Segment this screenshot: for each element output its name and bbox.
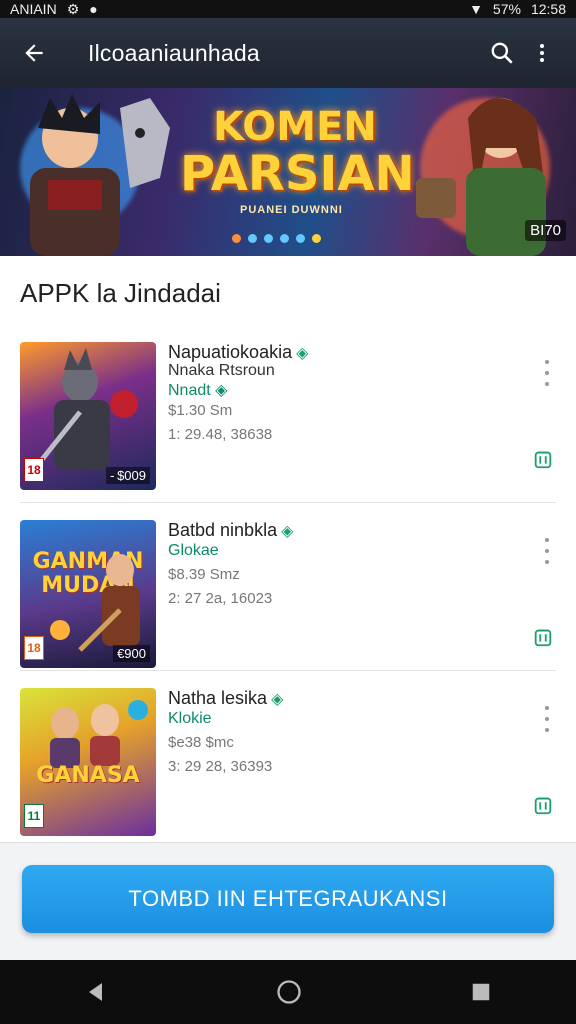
app-download-count: 1: 29.48, 38638 — [168, 426, 273, 443]
app-category-text: Klokie — [168, 710, 212, 727]
install-icon[interactable] — [532, 794, 554, 816]
app-download-count: 3: 29 28, 36393 — [168, 758, 273, 775]
item-more-button[interactable] — [538, 706, 556, 732]
arrow-left-icon — [25, 44, 43, 62]
thumbnail-price-tag: - $009 — [106, 467, 150, 484]
app-size: $1.30 Sm — [168, 402, 233, 419]
nav-home-icon[interactable] — [275, 978, 303, 1006]
carousel-dot[interactable] — [280, 234, 289, 243]
carousel-dot[interactable] — [264, 234, 273, 243]
banner-subtitle: PUANEI DUWNNI — [240, 204, 343, 216]
notification-icon: ● — [89, 1, 98, 17]
verified-icon: ◈ — [296, 345, 309, 362]
hero-banner[interactable]: KOMEN PARSIAN PUANEI DUWNNI BI70 — [0, 88, 576, 256]
app-size: $8.39 Smz — [168, 566, 240, 583]
hero-character-left — [30, 94, 170, 256]
app-name-text[interactable]: Napuatiokoakia — [168, 342, 292, 362]
age-rating-badge: 18 — [24, 636, 44, 660]
app-name[interactable]: Natha lesika ◈ — [168, 688, 283, 709]
verified-icon: ◈ — [281, 523, 294, 540]
thumbnail-price-tag: €900 — [113, 645, 150, 662]
age-rating-badge: 11 — [24, 804, 44, 828]
overflow-menu-button[interactable] — [522, 33, 562, 73]
search-icon — [491, 42, 513, 64]
nav-back-icon[interactable] — [84, 980, 108, 1004]
app-category: Klokie — [168, 710, 212, 728]
banner-corner-label: BI70 — [525, 220, 566, 241]
page-title: Ilcoaaniaunhada — [88, 39, 260, 66]
app-developer: Nnaka Rtsroun — [168, 362, 275, 379]
app-name-text[interactable]: Natha lesika — [168, 688, 267, 708]
app-list-item[interactable]: GANMAN MUDAN 18 €900 Batbd ninbkla ◈ Glok… — [0, 520, 576, 688]
list-divider — [20, 502, 556, 503]
more-vertical-icon — [540, 44, 544, 62]
search-button[interactable] — [482, 33, 522, 73]
status-bar: ANIAIN ⚙ ● ▼ 57% 12:58 — [0, 0, 576, 18]
carousel-dot[interactable] — [248, 234, 257, 243]
signal-icon: ▼ — [469, 1, 483, 17]
carousel-indicator[interactable] — [232, 234, 321, 243]
verified-icon: ◈ — [271, 691, 284, 708]
bottom-action-bar: TOMBD IIN EHTEGRAUKANSI — [0, 842, 576, 961]
item-more-button[interactable] — [538, 360, 556, 386]
clock: 12:58 — [530, 1, 566, 17]
install-icon[interactable] — [532, 448, 554, 470]
thumbnail-title: GANASA — [36, 763, 140, 788]
carousel-dot[interactable] — [232, 234, 241, 243]
app-category: Glokae — [168, 542, 219, 560]
install-icon[interactable] — [532, 626, 554, 648]
settings-icon: ⚙ — [66, 1, 80, 17]
app-thumbnail[interactable]: 18 - $009 — [20, 342, 156, 490]
app-list-item[interactable]: 18 - $009 Napuatiokoakia ◈ Nnaka Rtsroun … — [0, 342, 576, 510]
app-download-count: 2: 27 2a, 16023 — [168, 590, 273, 607]
nav-recents-icon[interactable] — [470, 981, 492, 1003]
primary-action-button[interactable]: TOMBD IIN EHTEGRAUKANSI — [22, 865, 554, 933]
app-thumbnail[interactable]: GANMAN MUDAN 18 €900 — [20, 520, 156, 668]
app-category-text: Glokae — [168, 542, 219, 559]
app-name[interactable]: Batbd ninbkla ◈ — [168, 520, 293, 541]
app-category-text: Nnadt — [168, 382, 211, 399]
carousel-dot[interactable] — [312, 234, 321, 243]
app-name[interactable]: Napuatiokoakia ◈ — [168, 342, 308, 363]
item-more-button[interactable] — [538, 538, 556, 564]
app-size: $e38 $mc — [168, 734, 234, 751]
list-divider — [20, 670, 556, 671]
battery-level: 57% — [492, 1, 521, 17]
system-navigation-bar — [0, 960, 576, 1024]
app-name-text[interactable]: Batbd ninbkla — [168, 520, 277, 540]
carrier-text: ANIAIN — [10, 1, 57, 17]
app-thumbnail[interactable]: GANASA 11 — [20, 688, 156, 836]
banner-headline-1: KOMEN — [213, 104, 377, 150]
back-button[interactable] — [14, 33, 54, 73]
app-category: Nnadt ◈ — [168, 380, 227, 400]
banner-headline-2: PARSIAN — [180, 146, 415, 202]
section-title: APPK la Jindadai — [20, 278, 221, 308]
app-list-item[interactable]: GANASA 11 Natha lesika ◈ Klokie $e38 $mc … — [0, 688, 576, 856]
carousel-dot[interactable] — [296, 234, 305, 243]
age-rating-badge: 18 — [24, 458, 44, 482]
app-bar: Ilcoaaniaunhada — [0, 18, 576, 88]
verified-icon: ◈ — [215, 382, 228, 399]
